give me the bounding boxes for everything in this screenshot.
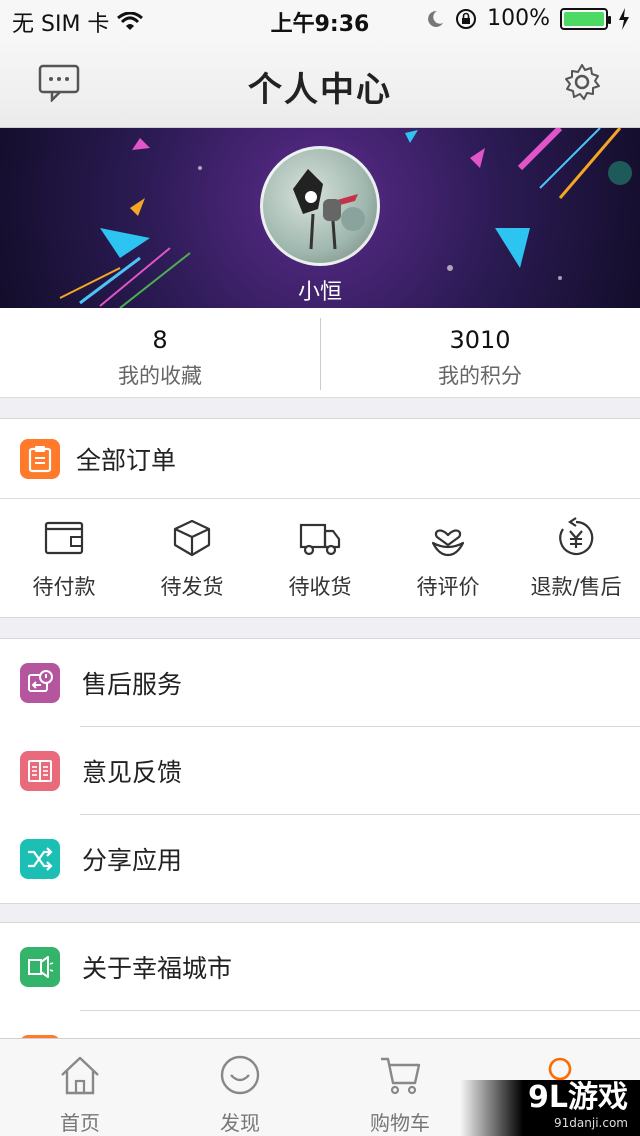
all-orders-row[interactable]: 全部订单 (0, 419, 640, 499)
heart-flower-icon (431, 529, 465, 557)
menu-group-services: 售后服务 意见反馈 分享应用 (0, 638, 640, 904)
menu-group-about: 关于幸福城市 (0, 922, 640, 1052)
tab-label: 发现 (220, 1111, 260, 1135)
order-pending-shipment[interactable]: 待发货 (128, 499, 256, 617)
tab-discover[interactable]: 发现 (160, 1039, 320, 1136)
all-orders-label: 全部订单 (76, 445, 177, 475)
tab-label: 首页 (60, 1111, 100, 1135)
stat-value: 8 (152, 326, 168, 354)
truck-icon (299, 523, 341, 556)
order-pending-receipt[interactable]: 待收货 (256, 499, 384, 617)
nav-bar: 个人中心 (0, 40, 640, 128)
status-bar: 无 SIM 卡 上午9:36 100% (0, 0, 640, 40)
watermark: 9L游戏 91danji.com (460, 1080, 640, 1136)
moon-icon (428, 10, 444, 27)
menu-item-label: 售后服务 (82, 670, 183, 699)
after-sale-icon (20, 663, 60, 703)
order-status-label: 待评价 (416, 575, 480, 599)
order-pending-payment[interactable]: 待付款 (0, 499, 128, 617)
order-status-label: 待发货 (160, 575, 224, 599)
box-icon (173, 519, 211, 557)
menu-item-after-sale[interactable]: 售后服务 (0, 639, 640, 727)
watermark-brand: 9L游戏 (528, 1080, 628, 1115)
clipboard-icon (20, 438, 60, 479)
stat-label: 我的积分 (438, 364, 522, 388)
refund-yen-icon (559, 517, 594, 556)
stats-divider (320, 318, 321, 390)
tab-home[interactable]: 首页 (0, 1039, 160, 1136)
orders-section: 全部订单 待付款 待发货 待收货 待评价 退款/售后 (0, 418, 640, 618)
order-pending-review[interactable]: 待评价 (384, 499, 512, 617)
profile-banner: 小恒 (0, 128, 640, 308)
shuffle-icon (20, 839, 60, 879)
menu-item-about[interactable]: 关于幸福城市 (0, 923, 640, 1011)
avatar[interactable] (260, 146, 380, 266)
tab-cart[interactable]: 购物车 (320, 1039, 480, 1136)
order-status-grid: 待付款 待发货 待收货 待评价 退款/售后 (0, 499, 640, 617)
charging-icon (619, 7, 629, 30)
menu-item-label: 分享应用 (82, 846, 183, 875)
rotation-lock-icon (456, 8, 477, 29)
stat-points[interactable]: 3010 我的积分 (320, 308, 640, 397)
stats-bar: 8 我的收藏 3010 我的积分 (0, 308, 640, 398)
stat-label: 我的收藏 (118, 364, 202, 388)
order-refund[interactable]: 退款/售后 (512, 499, 640, 617)
menu-item-label: 意见反馈 (82, 758, 183, 787)
battery-icon (560, 7, 611, 30)
battery-percent: 100% (487, 6, 550, 31)
menu-item-share-app[interactable]: 分享应用 (0, 815, 640, 903)
stat-value: 3010 (449, 326, 511, 354)
cart-icon (381, 1057, 421, 1095)
wallet-icon (44, 521, 84, 555)
username: 小恒 (297, 280, 342, 305)
order-status-label: 退款/售后 (530, 575, 622, 599)
stat-favorites[interactable]: 8 我的收藏 (0, 308, 320, 397)
smile-bubble-icon (220, 1055, 260, 1095)
menu-item-feedback[interactable]: 意见反馈 (0, 727, 640, 815)
watermark-url: 91danji.com (554, 1116, 628, 1130)
home-icon (61, 1056, 99, 1095)
book-icon (20, 751, 60, 791)
order-status-label: 待付款 (32, 575, 96, 599)
speaker-icon (20, 947, 60, 987)
gear-icon[interactable] (562, 62, 602, 102)
tab-label: 购物车 (370, 1111, 430, 1135)
menu-item-label: 关于幸福城市 (82, 954, 233, 983)
order-status-label: 待收货 (288, 575, 352, 599)
page-title: 个人中心 (248, 70, 392, 110)
